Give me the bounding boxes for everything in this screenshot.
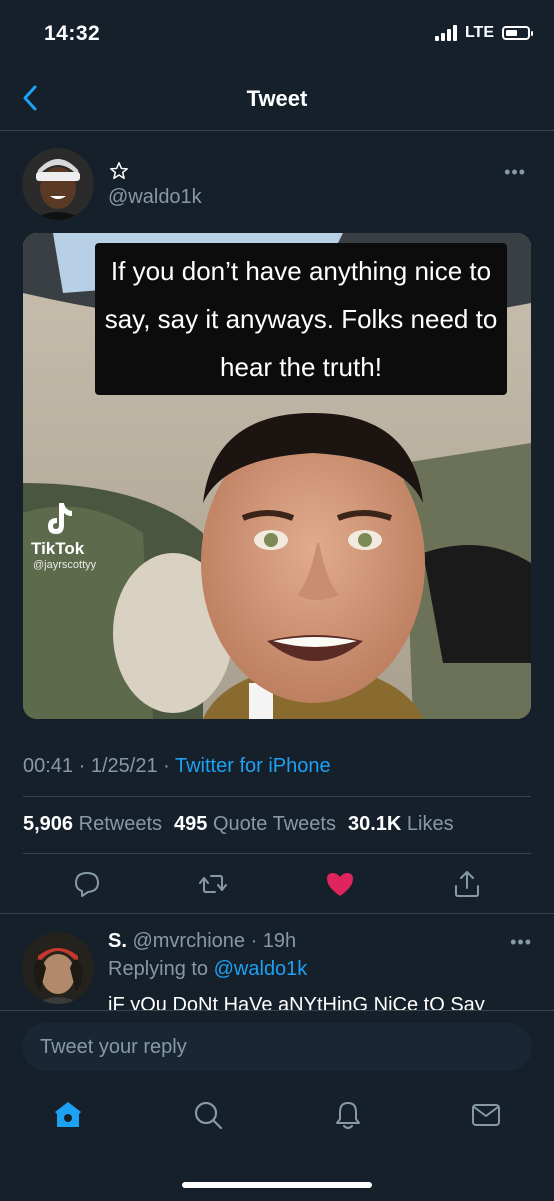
- tweet-meta: 00:41 · 1/25/21 · Twitter for iPhone: [23, 755, 331, 778]
- replying-handle-link[interactable]: @waldo1k: [214, 958, 308, 980]
- status-indicators: LTE: [434, 24, 533, 42]
- replying-prefix: Replying to: [108, 958, 209, 980]
- reply-display-name: S.: [108, 930, 127, 952]
- tweet-actions: [0, 865, 554, 905]
- meta-separator: ·: [157, 755, 175, 777]
- reply-tweet[interactable]: S. @mvrchione · 19h Replying to @waldo1k…: [0, 914, 554, 1010]
- tweet-media[interactable]: If you don’t have anything nice to say, …: [23, 233, 531, 719]
- more-horizontal-icon[interactable]: •••: [510, 932, 532, 953]
- signal-icon: [434, 25, 457, 41]
- quotes-count: 495: [174, 813, 208, 835]
- quote-tweets-stat[interactable]: 495 Quote Tweets: [174, 813, 336, 835]
- quotes-label: Quote Tweets: [212, 813, 336, 835]
- tweet-date: 1/25/21: [90, 755, 158, 777]
- network-label: LTE: [464, 24, 494, 41]
- star-outline-icon: [110, 162, 128, 180]
- tiktok-logo-icon: [48, 503, 72, 534]
- retweet-icon[interactable]: [198, 869, 228, 899]
- bottom-bar: [0, 1010, 554, 1201]
- author-handle[interactable]: @waldo1k: [108, 186, 202, 209]
- reply-input[interactable]: [22, 1023, 532, 1071]
- heart-filled-icon[interactable]: [325, 869, 355, 899]
- replying-to: Replying to @waldo1k: [108, 958, 307, 981]
- reply-text: iF yOu DoNt HaVe aNYtHinG NiCe tO Say: [108, 994, 485, 1010]
- search-icon[interactable]: [192, 1099, 224, 1131]
- battery-level: [506, 30, 517, 36]
- reply-icon[interactable]: [72, 869, 102, 899]
- meta-separator: ·: [73, 755, 91, 777]
- battery-icon: [502, 26, 533, 40]
- home-icon[interactable]: [52, 1099, 84, 1131]
- share-icon[interactable]: [452, 869, 482, 899]
- messages-icon[interactable]: [470, 1099, 502, 1131]
- status-time: 14:32: [44, 22, 101, 45]
- reply-author[interactable]: S. @mvrchione · 19h: [108, 930, 296, 953]
- tweet-time: 00:41: [23, 755, 74, 777]
- tweet-author: @waldo1k •••: [22, 148, 532, 222]
- reply-handle: @mvrchione: [132, 930, 246, 952]
- more-horizontal-icon[interactable]: •••: [504, 162, 526, 183]
- tiktok-username: @jayrscottyy: [33, 559, 97, 571]
- divider: [23, 796, 531, 797]
- tiktok-brand: TikTok: [31, 539, 85, 558]
- reply-avatar[interactable]: [22, 932, 94, 1004]
- tweet-source-link[interactable]: Twitter for iPhone: [175, 755, 331, 777]
- likes-label: Likes: [406, 813, 454, 835]
- tab-bar: [0, 1091, 554, 1141]
- nav-header: Tweet: [0, 66, 554, 131]
- page-title: Tweet: [246, 86, 308, 111]
- home-indicator[interactable]: [182, 1182, 372, 1188]
- retweets-count: 5,906: [23, 813, 74, 835]
- likes-count: 30.1K: [347, 813, 402, 835]
- divider: [23, 853, 531, 854]
- notifications-icon[interactable]: [332, 1099, 364, 1131]
- retweets-label: Retweets: [78, 813, 162, 835]
- retweets-stat[interactable]: 5,906 Retweets: [23, 813, 162, 835]
- status-bar: 14:32 LTE: [0, 0, 554, 66]
- likes-stat[interactable]: 30.1K Likes: [348, 813, 454, 835]
- tweet-stats: 5,906 Retweets 495 Quote Tweets 30.1K Like…: [23, 813, 454, 836]
- author-avatar[interactable]: [22, 148, 94, 220]
- reply-time: · 19h: [250, 930, 297, 952]
- video-caption: If you don’t have anything nice to say, …: [95, 243, 507, 395]
